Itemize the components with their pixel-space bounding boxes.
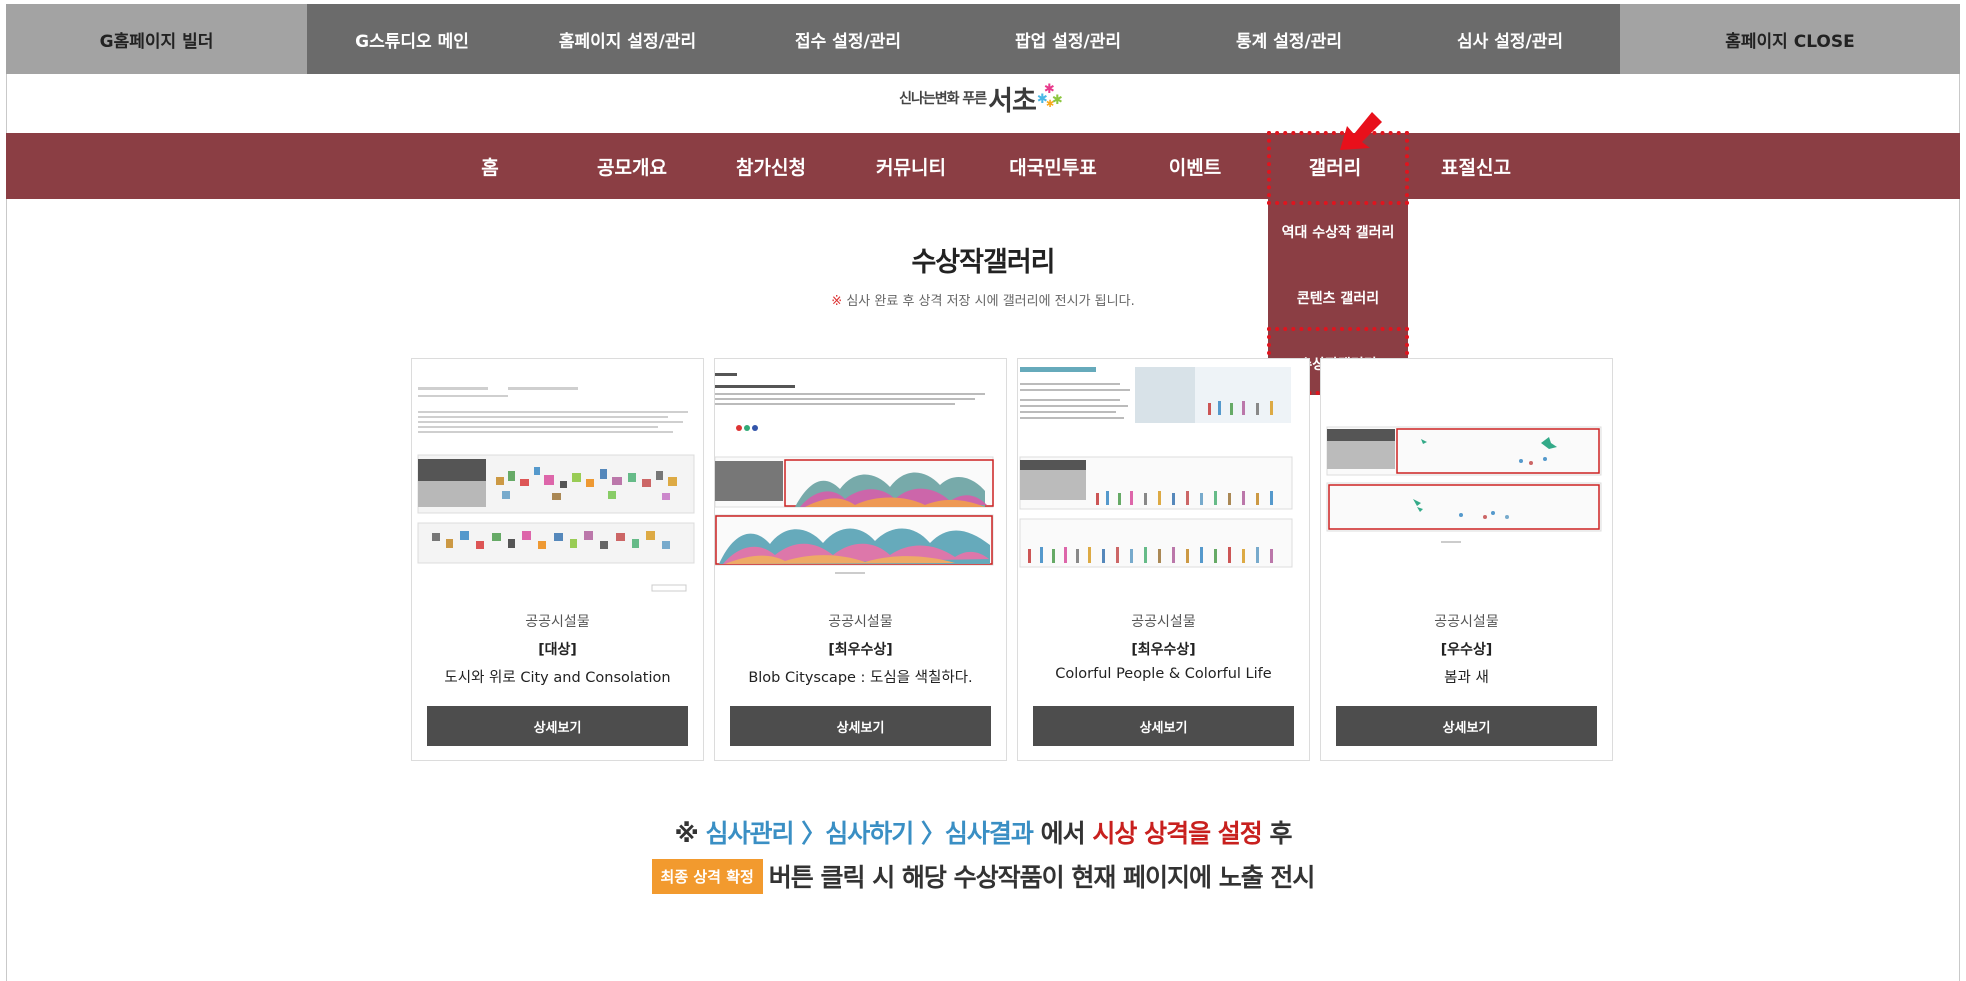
view-details-button[interactable]: 상세보기 [427,706,688,746]
card-category: 공공시설물 [1434,614,1499,630]
nav-public-vote[interactable]: 대국민투표 [993,133,1113,199]
nav-event[interactable]: 이벤트 [1135,133,1255,199]
card-award: [대상] [538,642,577,658]
logo-title: 서초 [988,85,1037,117]
notice-mark: ※ [831,294,843,309]
admin-menu-judging-settings[interactable]: 심사 설정/관리 [1400,4,1620,74]
card-category: 공공시설물 [828,614,893,630]
final-award-confirm-badge: 최종 상격 확정 [651,858,763,894]
view-details-button[interactable]: 상세보기 [1033,706,1294,746]
main-nav: 홈 공모개요 참가신청 커뮤니티 대국민투표 이벤트 갤러리 표절신고 [6,133,1960,199]
award-card: 공공시설물 [최우수상] Blob Cityscape : 도심을 색칠하다. … [714,358,1007,761]
nav-contest-overview[interactable]: 공모개요 [572,133,692,199]
guide-mark: ※ [674,819,698,848]
admin-menu-studio-main[interactable]: G스튜디오 메인 [307,4,517,74]
nav-plagiarism-report[interactable]: 표절신고 [1416,133,1536,199]
artwork-thumbnail[interactable] [715,359,1006,597]
card-title: Blob Cityscape : 도심을 색칠하다. [748,670,973,686]
nav-community[interactable]: 커뮤니티 [851,133,971,199]
pointer-arrow-icon [1340,112,1382,150]
nav-apply[interactable]: 참가신청 [711,133,831,199]
view-details-button[interactable]: 상세보기 [730,706,991,746]
admin-menu-homepage-close[interactable]: 홈페이지 CLOSE [1620,4,1960,74]
site-logo[interactable]: 신나는변화 푸른 서초 ✱ ✱ ✱ ✱ [0,80,1966,117]
card-award: [최우수상] [1131,642,1196,658]
logo-slogan: 신나는변화 푸른 [899,91,987,107]
award-card: 공공시설물 [대상] 도시와 위로 City and Consolation 상… [411,358,704,761]
card-category: 공공시설물 [525,614,590,630]
guide-line-2: 최종 상격 확정 버튼 클릭 시 해당 수상작품이 현재 페이지에 노출 전시 [0,858,1966,894]
admin-menu-reception-settings[interactable]: 접수 설정/관리 [738,4,958,74]
admin-menu-homepage-settings[interactable]: 홈페이지 설정/관리 [517,4,738,74]
card-award: [우수상] [1440,642,1493,658]
award-card: 공공시설물 [우수상] 봄과 새 상세보기 [1320,358,1613,761]
guide-end-text: 후 [1269,819,1293,848]
artwork-thumbnail[interactable] [412,359,703,597]
award-card: 공공시설물 [최우수상] Colorful People & Colorful … [1017,358,1310,761]
guide-menu-path: 심사관리 〉심사하기 〉심사결과 [705,819,1034,848]
guide-line-1: ※ 심사관리 〉심사하기 〉심사결과 에서 시상 상격을 설정 후 [0,814,1966,850]
card-category: 공공시설물 [1131,614,1196,630]
artwork-thumbnail[interactable] [1018,359,1309,597]
artwork-thumbnail[interactable] [1321,359,1612,597]
logo-stars-icon: ✱ ✱ ✱ ✱ [1036,82,1063,110]
guide-line-2-text: 버튼 클릭 시 해당 수상작품이 현재 페이지에 노출 전시 [768,863,1316,892]
view-details-button[interactable]: 상세보기 [1336,706,1597,746]
card-title: Colorful People & Colorful Life [1055,666,1272,682]
admin-menu-stats-settings[interactable]: 통계 설정/관리 [1178,4,1400,74]
notice-text: 심사 완료 후 상격 저장 시에 갤러리에 전시가 됩니다. [846,294,1135,309]
admin-menu-popup-settings[interactable]: 팝업 설정/관리 [958,4,1178,74]
card-title: 도시와 위로 City and Consolation [444,670,671,686]
judging-notice: ※ 심사 완료 후 상격 저장 시에 갤러리에 전시가 됩니다. [0,290,1966,309]
card-title: 봄과 새 [1444,670,1489,686]
page-title: 수상작갤러리 [911,247,1055,278]
guide-set-award: 시상 상격을 설정 [1092,819,1262,848]
admin-menu-builder[interactable]: G홈페이지 빌더 [6,4,307,74]
guide-mid-text: 에서 [1040,819,1086,848]
card-award: [최우수상] [828,642,893,658]
nav-home[interactable]: 홈 [430,133,550,199]
admin-toolbar: G홈페이지 빌더 G스튜디오 메인 홈페이지 설정/관리 접수 설정/관리 팝업… [6,4,1960,74]
